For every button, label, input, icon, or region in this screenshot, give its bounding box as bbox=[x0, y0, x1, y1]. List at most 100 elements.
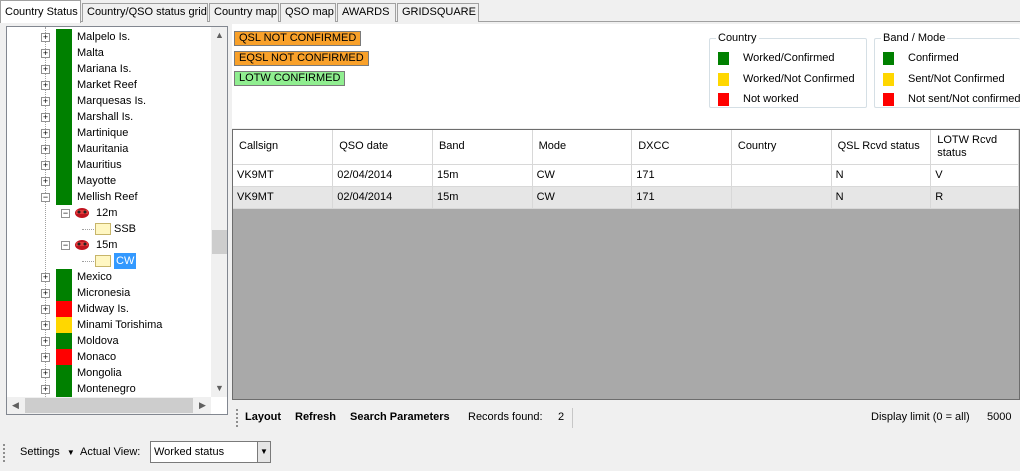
tree-node-country[interactable]: + Montenegro bbox=[7, 381, 211, 397]
expand-toggle-icon[interactable]: + bbox=[41, 273, 50, 282]
expand-toggle-icon[interactable]: + bbox=[41, 113, 50, 122]
table-cell[interactable] bbox=[731, 164, 832, 187]
tree-horizontal-scrollbar[interactable]: ◀ ▶ bbox=[7, 397, 211, 414]
tab-country-map[interactable]: Country map bbox=[209, 3, 279, 22]
tree-node-country[interactable]: + Mongolia bbox=[7, 365, 211, 381]
tab-awards[interactable]: AWARDS bbox=[337, 3, 396, 22]
column-header[interactable]: QSL Rcvd status bbox=[831, 130, 932, 165]
table-cell[interactable]: 15m bbox=[432, 186, 533, 209]
table-cell[interactable]: 02/04/2014 bbox=[332, 186, 433, 209]
tree-node-country[interactable]: + Martinique bbox=[7, 125, 211, 141]
tree-node-label: Mayotte bbox=[77, 175, 117, 187]
table-row[interactable]: VK9MT 02/04/2014 15m CW 171 N V bbox=[233, 164, 1019, 187]
tab-qso-map[interactable]: QSO map bbox=[280, 3, 336, 22]
expand-toggle-icon[interactable]: − bbox=[61, 241, 70, 250]
expand-toggle-icon[interactable]: − bbox=[61, 209, 70, 218]
tree-node-band[interactable]: − 15m bbox=[7, 237, 211, 253]
tree-node-country[interactable]: + Marquesas Is. bbox=[7, 93, 211, 109]
country-tree[interactable]: + Malpelo Is. + Malta + Mariana Is. + Market Re… bbox=[6, 26, 228, 415]
table-cell[interactable]: N bbox=[831, 164, 932, 187]
tab-country-qso-status-grid[interactable]: Country/QSO status grid bbox=[82, 3, 208, 22]
expand-toggle-icon[interactable]: + bbox=[41, 81, 50, 90]
expand-toggle-icon[interactable]: + bbox=[41, 145, 50, 154]
tree-node-country[interactable]: + Mauritius bbox=[7, 157, 211, 173]
table-cell[interactable]: VK9MT bbox=[233, 164, 334, 187]
toolbar-grip[interactable] bbox=[236, 409, 238, 427]
expand-toggle-icon[interactable]: + bbox=[41, 289, 50, 298]
tree-node-country[interactable]: + Malpelo Is. bbox=[7, 29, 211, 45]
column-header[interactable]: Band bbox=[432, 130, 533, 165]
tree-vertical-scrollbar[interactable]: ▲ ▼ bbox=[211, 27, 227, 397]
tree-node-mode[interactable]: CW bbox=[7, 253, 211, 269]
expand-toggle-icon[interactable]: − bbox=[41, 193, 50, 202]
expand-toggle-icon[interactable]: + bbox=[41, 337, 50, 346]
scroll-thumb[interactable] bbox=[212, 230, 227, 254]
tree-node-country[interactable]: + Market Reef bbox=[7, 77, 211, 93]
column-header[interactable]: Country bbox=[731, 130, 832, 165]
hscroll-thumb[interactable] bbox=[25, 398, 193, 413]
table-cell[interactable] bbox=[731, 186, 832, 209]
refresh-button[interactable]: Refresh bbox=[295, 404, 336, 431]
chevron-down-icon[interactable]: ▼ bbox=[257, 442, 270, 462]
table-cell[interactable]: CW bbox=[532, 186, 633, 209]
band-radio-icon bbox=[74, 206, 90, 219]
tree-node-country[interactable]: + Micronesia bbox=[7, 285, 211, 301]
expand-toggle-icon[interactable]: + bbox=[41, 97, 50, 106]
table-cell[interactable]: 02/04/2014 bbox=[332, 164, 433, 187]
actual-view-select[interactable]: Worked status ▼ bbox=[150, 441, 271, 463]
table-cell[interactable]: 15m bbox=[432, 164, 533, 187]
expand-toggle-icon[interactable]: + bbox=[41, 353, 50, 362]
layout-button[interactable]: Layout bbox=[245, 404, 281, 431]
table-cell[interactable]: V bbox=[930, 164, 1019, 187]
table-cell[interactable]: CW bbox=[532, 164, 633, 187]
tree-node-country[interactable]: + Malta bbox=[7, 45, 211, 61]
tree-node-country[interactable]: − Mellish Reef bbox=[7, 189, 211, 205]
column-header[interactable]: QSO date bbox=[332, 130, 433, 165]
table-cell[interactable]: R bbox=[930, 186, 1019, 209]
scroll-down-icon[interactable]: ▼ bbox=[211, 380, 227, 397]
expand-toggle-icon[interactable]: + bbox=[41, 177, 50, 186]
bottom-grip[interactable] bbox=[3, 444, 5, 462]
column-header[interactable]: Mode bbox=[532, 130, 633, 165]
expand-toggle-icon[interactable]: + bbox=[41, 33, 50, 42]
expand-toggle-icon[interactable]: + bbox=[41, 161, 50, 170]
search-parameters-button[interactable]: Search Parameters bbox=[350, 404, 450, 431]
table-cell[interactable]: N bbox=[831, 186, 932, 209]
scroll-up-icon[interactable]: ▲ bbox=[211, 27, 227, 44]
tree-node-country[interactable]: + Minami Torishima bbox=[7, 317, 211, 333]
scroll-left-icon[interactable]: ◀ bbox=[7, 397, 24, 414]
expand-toggle-icon[interactable]: + bbox=[41, 369, 50, 378]
qso-grid[interactable]: Callsign QSO date Band Mode DXCC Country QSL R… bbox=[232, 129, 1020, 400]
column-header[interactable]: Callsign bbox=[233, 130, 334, 165]
expand-toggle-icon[interactable]: + bbox=[41, 129, 50, 138]
display-limit-value[interactable]: 5000 bbox=[987, 404, 1011, 431]
legend-label: Not sent/Not confirmed bbox=[908, 93, 1020, 105]
expand-toggle-icon[interactable]: + bbox=[41, 385, 50, 394]
tree-node-country[interactable]: + Marshall Is. bbox=[7, 109, 211, 125]
tree-node-country[interactable]: + Mauritania bbox=[7, 141, 211, 157]
legend-label: Worked/Not Confirmed bbox=[743, 73, 855, 85]
tree-node-band[interactable]: − 12m bbox=[7, 205, 211, 221]
tree-node-country[interactable]: + Mayotte bbox=[7, 173, 211, 189]
tree-node-country[interactable]: + Mariana Is. bbox=[7, 61, 211, 77]
tree-node-country[interactable]: + Mexico bbox=[7, 269, 211, 285]
column-header[interactable]: DXCC bbox=[631, 130, 732, 165]
table-row[interactable]: VK9MT 02/04/2014 15m CW 171 N R bbox=[233, 186, 1019, 209]
settings-dropdown-button[interactable]: Settings ▼ bbox=[20, 434, 75, 471]
tree-node-country[interactable]: + Moldova bbox=[7, 333, 211, 349]
expand-toggle-icon[interactable]: + bbox=[41, 305, 50, 314]
expand-toggle-icon[interactable]: + bbox=[41, 65, 50, 74]
tree-node-country[interactable]: + Midway Is. bbox=[7, 301, 211, 317]
table-cell[interactable]: VK9MT bbox=[233, 186, 334, 209]
expand-toggle-icon[interactable]: + bbox=[41, 49, 50, 58]
expand-toggle-icon[interactable]: + bbox=[41, 321, 50, 330]
status-swatch bbox=[56, 189, 72, 205]
column-header[interactable]: LOTW Rcvd status bbox=[930, 130, 1019, 165]
tab-gridsquare[interactable]: GRIDSQUARE bbox=[397, 3, 479, 22]
tab-country-status[interactable]: Country Status bbox=[0, 0, 81, 23]
table-cell[interactable]: 171 bbox=[631, 186, 732, 209]
tree-node-mode[interactable]: SSB bbox=[7, 221, 211, 237]
tree-node-country[interactable]: + Monaco bbox=[7, 349, 211, 365]
scroll-right-icon[interactable]: ▶ bbox=[194, 397, 211, 414]
table-cell[interactable]: 171 bbox=[631, 164, 732, 187]
